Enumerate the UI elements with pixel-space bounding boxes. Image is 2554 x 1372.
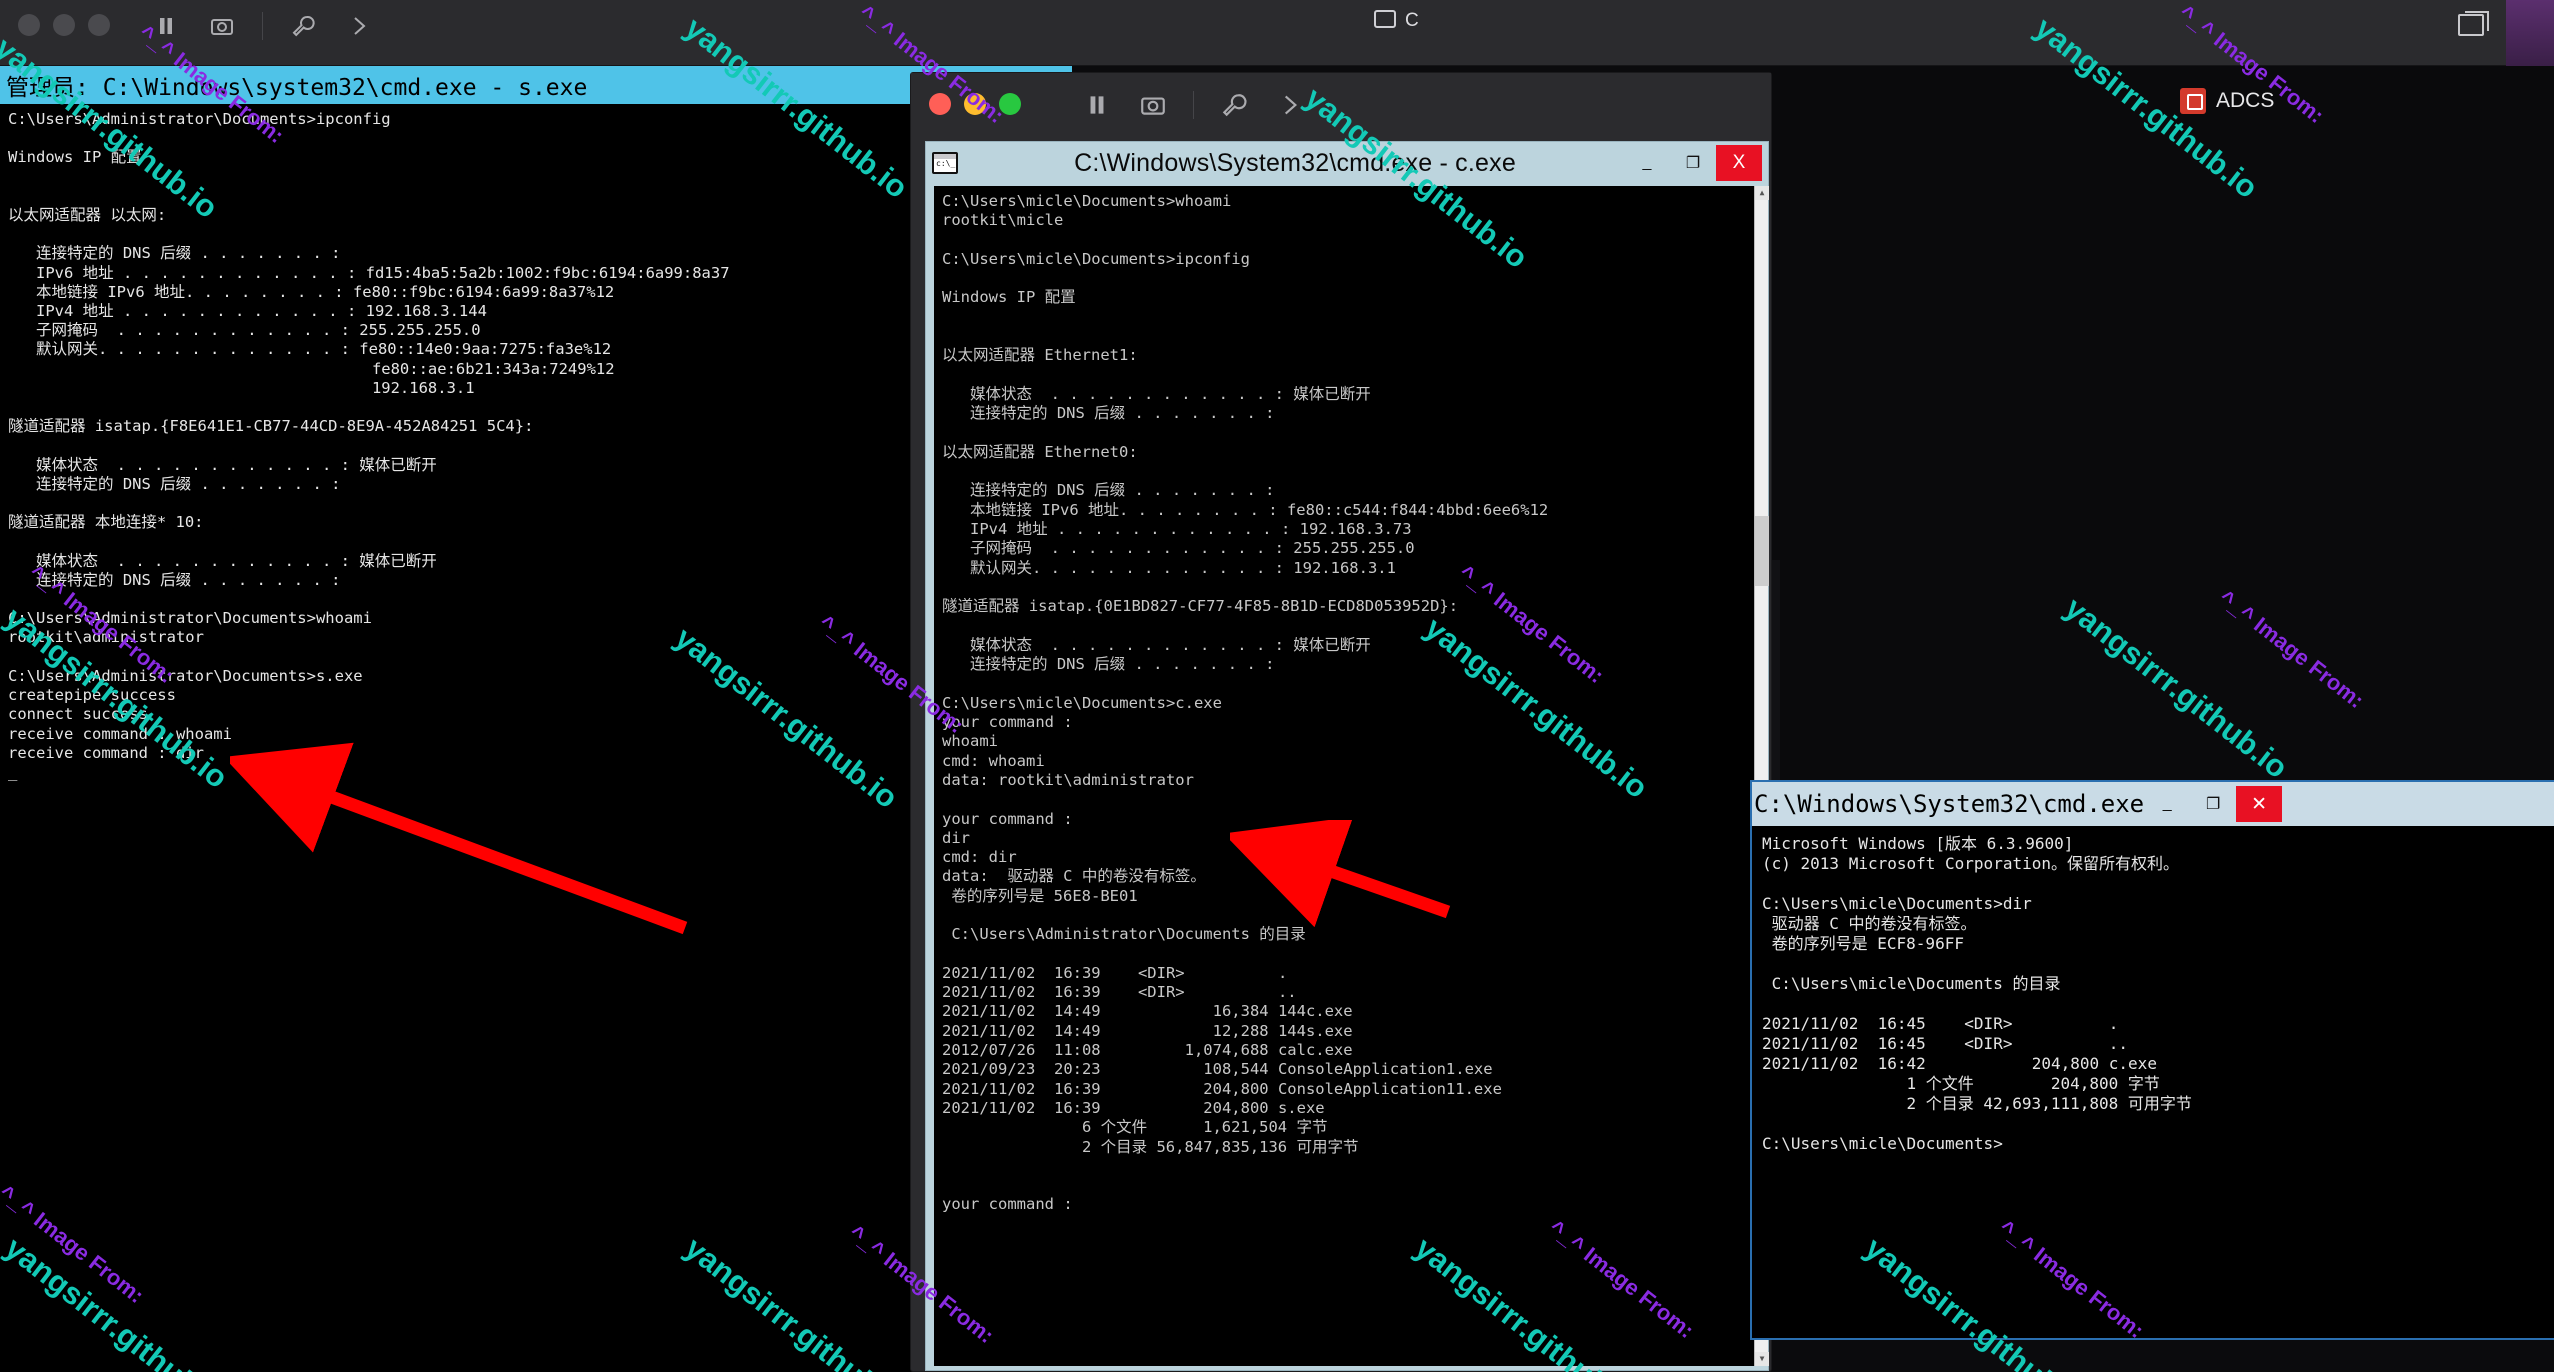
window-left-title: 管理员: C:\Windows\system32\cmd.exe - s.exe <box>6 68 587 102</box>
pause-icon[interactable] <box>150 10 182 42</box>
desktop-accent <box>2506 0 2554 66</box>
adcs-shortcut[interactable]: ADCS <box>2180 88 2274 114</box>
window-middle-title: C:\Windows\System32\cmd.exe - c.exe <box>966 149 1624 178</box>
guest-desktop-middle: C:\Windows\System32\cmd.exe - c.exe _ ❐ … <box>925 141 1769 1371</box>
vm-tab-label[interactable]: C <box>1405 10 1419 32</box>
vm-window-controls[interactable] <box>929 93 1021 115</box>
titlebar-middle-guest[interactable]: C:\Windows\System32\cmd.exe - c.exe _ ❐ … <box>926 142 1768 184</box>
minimize-button[interactable]: _ <box>1624 145 1670 181</box>
cmd-icon <box>932 152 958 174</box>
close-dot[interactable] <box>929 93 951 115</box>
maximize-dot[interactable] <box>88 14 110 36</box>
window-right-cmd[interactable]: C:\Windows\System32\cmd.exe _ ❐ ✕ Micros… <box>1750 780 2554 1340</box>
vm-tab-icon[interactable] <box>1370 6 1400 32</box>
window-controls[interactable] <box>18 14 110 36</box>
maximize-button[interactable]: ❐ <box>2190 786 2236 822</box>
titlebar-right[interactable]: C:\Windows\System32\cmd.exe _ ❐ ✕ <box>1752 782 2554 826</box>
close-button[interactable]: X <box>1716 145 1762 181</box>
snapshot-icon[interactable] <box>206 10 238 42</box>
adcs-label: ADCS <box>2216 89 2274 113</box>
vm-titlebar-middle[interactable] <box>911 73 1771 141</box>
adcs-icon <box>2180 88 2206 114</box>
close-button[interactable]: ✕ <box>2236 786 2282 822</box>
scrollbar-thumb[interactable] <box>1755 516 1769 586</box>
snapshot-icon[interactable] <box>1137 89 1169 121</box>
window-right-title: C:\Windows\System32\cmd.exe <box>1754 790 2144 818</box>
minimize-button[interactable]: _ <box>2144 786 2190 822</box>
screen: C ADCS 管理员: C:\Windows\system32\cmd.exe … <box>0 0 2554 1372</box>
window-middle-buttons[interactable]: _ ❐ X <box>1624 145 1762 181</box>
wrench-icon[interactable] <box>1218 89 1250 121</box>
window-right-console[interactable]: Microsoft Windows [版本 6.3.9600] (c) 2013… <box>1752 826 2554 1338</box>
window-middle-console[interactable]: C:\Users\micle\Documents>whoami rootkit\… <box>934 186 1756 1366</box>
window-right-buttons[interactable]: _ ❐ ✕ <box>2144 786 2282 822</box>
minimize-dot[interactable] <box>964 93 986 115</box>
chevron-right-icon[interactable] <box>1274 89 1306 121</box>
wrench-icon[interactable] <box>287 10 319 42</box>
scroll-down-icon[interactable]: ▼ <box>1755 1352 1769 1366</box>
restore-window-icon[interactable] <box>2458 14 2484 36</box>
minimize-dot[interactable] <box>53 14 75 36</box>
maximize-button[interactable]: ❐ <box>1670 145 1716 181</box>
close-dot[interactable] <box>18 14 40 36</box>
maximize-dot[interactable] <box>999 93 1021 115</box>
toolbar-divider <box>262 12 263 40</box>
window-middle-vm[interactable]: C:\Windows\System32\cmd.exe - c.exe _ ❐ … <box>910 72 1772 1372</box>
vmware-toolbar: C <box>0 0 2554 66</box>
desktop-background <box>1770 66 2554 786</box>
pause-icon[interactable] <box>1081 89 1113 121</box>
chevron-right-icon[interactable] <box>343 10 375 42</box>
toolbar-divider <box>1193 91 1194 119</box>
scroll-up-icon[interactable]: ▲ <box>1755 186 1769 200</box>
